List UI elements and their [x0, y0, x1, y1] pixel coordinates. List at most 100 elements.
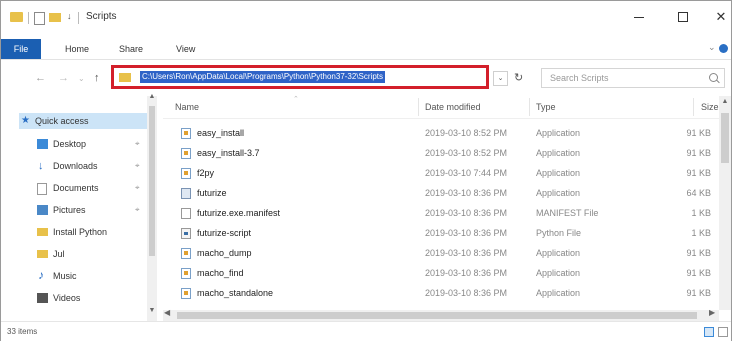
file-size: 91 KB	[686, 288, 711, 298]
nav-label: Jul	[53, 249, 65, 259]
scroll-left-icon[interactable]: ◀	[164, 308, 170, 317]
file-name: easy_install-3.7	[197, 148, 260, 158]
large-icons-view-icon[interactable]	[718, 327, 728, 337]
download-icon	[37, 158, 48, 174]
document-icon	[37, 183, 47, 195]
address-bar[interactable]: C:\Users\Ron\AppData\Local\Programs\Pyth…	[111, 65, 489, 89]
vertical-scroll-thumb[interactable]	[721, 113, 729, 163]
file-size: 1 KB	[691, 228, 711, 238]
application-icon	[181, 148, 191, 159]
file-date: 2019-03-10 8:52 PM	[425, 148, 508, 158]
nav-label: Desktop	[53, 139, 87, 149]
file-row[interactable]: futurize-script 2019-03-10 8:36 PM Pytho…	[163, 225, 719, 242]
pin-icon: ⌖	[135, 183, 140, 192]
help-icon[interactable]	[719, 44, 728, 53]
navigation-pane: ★ Quick access Desktop ⌖ Downloads ⌖ Doc…	[1, 96, 161, 321]
file-name: macho_find	[197, 268, 244, 278]
maximize-button[interactable]	[673, 9, 693, 25]
back-button[interactable]: ←	[35, 72, 46, 84]
sort-caret-icon: ⌃	[293, 96, 299, 103]
folder-icon	[37, 228, 48, 236]
file-date: 2019-03-10 8:52 PM	[425, 128, 508, 138]
recent-locations-button[interactable]: ⌄	[78, 74, 85, 83]
tab-home[interactable]: Home	[65, 42, 89, 56]
file-row[interactable]: macho_standalone 2019-03-10 8:36 PM Appl…	[163, 285, 719, 302]
desktop-icon	[37, 139, 48, 149]
new-folder-icon[interactable]	[49, 13, 61, 22]
divider[interactable]	[693, 98, 694, 116]
properties-icon[interactable]	[34, 12, 45, 25]
expand-ribbon-icon[interactable]: ⌄	[708, 42, 716, 53]
file-type: Application	[536, 128, 581, 138]
videos-icon	[37, 293, 48, 303]
up-button[interactable]: ↑	[94, 72, 100, 84]
scroll-down-icon[interactable]: ▼	[147, 307, 157, 314]
file-name: macho_dump	[197, 248, 252, 258]
nav-label: Install Python	[53, 227, 108, 237]
music-icon	[37, 267, 48, 283]
details-view-icon[interactable]	[704, 327, 714, 337]
file-row[interactable]: easy_install 2019-03-10 8:52 PM Applicat…	[163, 125, 719, 142]
nav-label: Downloads	[53, 161, 98, 171]
file-name: easy_install	[197, 128, 245, 138]
minimize-button[interactable]	[629, 9, 649, 25]
file-size: 91 KB	[686, 168, 711, 178]
column-size[interactable]: Size	[701, 102, 719, 112]
file-row[interactable]: f2py 2019-03-10 7:44 PM Application 91 K…	[163, 165, 719, 182]
file-date: 2019-03-10 8:36 PM	[425, 268, 508, 278]
file-name: futurize-script	[197, 228, 252, 238]
application-icon	[181, 248, 191, 259]
file-row[interactable]: macho_find 2019-03-10 8:36 PM Applicatio…	[163, 265, 719, 282]
star-icon: ★	[21, 115, 30, 126]
divider[interactable]	[418, 98, 419, 116]
nav-pane-scroll-thumb[interactable]	[149, 106, 155, 256]
address-dropdown-button[interactable]: ⌄	[493, 71, 508, 86]
tab-view[interactable]: View	[176, 42, 195, 56]
file-row[interactable]: macho_dump 2019-03-10 8:36 PM Applicatio…	[163, 245, 719, 262]
file-size: 64 KB	[686, 188, 711, 198]
close-button[interactable]: ✕	[711, 9, 731, 25]
tab-share[interactable]: Share	[119, 42, 143, 56]
python-file-icon	[181, 228, 191, 239]
pin-icon: ⌖	[135, 205, 140, 214]
status-bar: 33 items	[1, 321, 731, 342]
search-input[interactable]: Search Scripts	[541, 68, 725, 88]
scroll-up-icon[interactable]: ▲	[719, 98, 731, 105]
file-name: f2py	[197, 168, 215, 178]
file-date: 2019-03-10 8:36 PM	[425, 208, 508, 218]
application-icon	[181, 168, 191, 179]
file-size: 91 KB	[686, 148, 711, 158]
exe-icon	[181, 188, 191, 199]
divider[interactable]	[529, 98, 530, 116]
refresh-icon[interactable]: ↻	[514, 71, 523, 84]
folder-icon	[37, 250, 48, 258]
search-placeholder: Search Scripts	[550, 73, 609, 83]
forward-button[interactable]: →	[58, 72, 69, 84]
item-count: 33 items	[7, 327, 38, 336]
nav-label: Quick access	[35, 116, 89, 126]
file-row[interactable]: futurize 2019-03-10 8:36 PM Application …	[163, 185, 719, 202]
file-name: futurize	[197, 188, 227, 198]
file-date: 2019-03-10 8:36 PM	[425, 288, 508, 298]
pictures-icon	[37, 205, 48, 215]
column-header: ⌃ Name Date modified Type Size	[163, 96, 723, 119]
customize-toolbar-icon[interactable]: ↓	[67, 11, 72, 23]
nav-label: Documents	[53, 183, 99, 193]
scroll-right-icon[interactable]: ▶	[709, 308, 715, 317]
manifest-file-icon	[181, 208, 191, 219]
scroll-up-icon[interactable]: ▲	[147, 93, 157, 100]
pin-icon: ⌖	[135, 161, 140, 170]
file-date: 2019-03-10 8:36 PM	[425, 248, 508, 258]
horizontal-scroll-thumb[interactable]	[177, 312, 697, 319]
file-type: MANIFEST File	[536, 208, 599, 218]
file-type: Application	[536, 188, 581, 198]
file-row[interactable]: futurize.exe.manifest 2019-03-10 8:36 PM…	[163, 205, 719, 222]
address-path[interactable]: C:\Users\Ron\AppData\Local\Programs\Pyth…	[140, 71, 386, 83]
application-icon	[181, 288, 191, 299]
tab-file[interactable]: File	[1, 39, 41, 59]
column-type[interactable]: Type	[536, 102, 556, 112]
column-date-modified[interactable]: Date modified	[425, 102, 481, 112]
column-name[interactable]: Name	[175, 102, 199, 112]
file-row[interactable]: easy_install-3.7 2019-03-10 8:52 PM Appl…	[163, 145, 719, 162]
nav-quick-access[interactable]: ★ Quick access	[19, 113, 149, 129]
